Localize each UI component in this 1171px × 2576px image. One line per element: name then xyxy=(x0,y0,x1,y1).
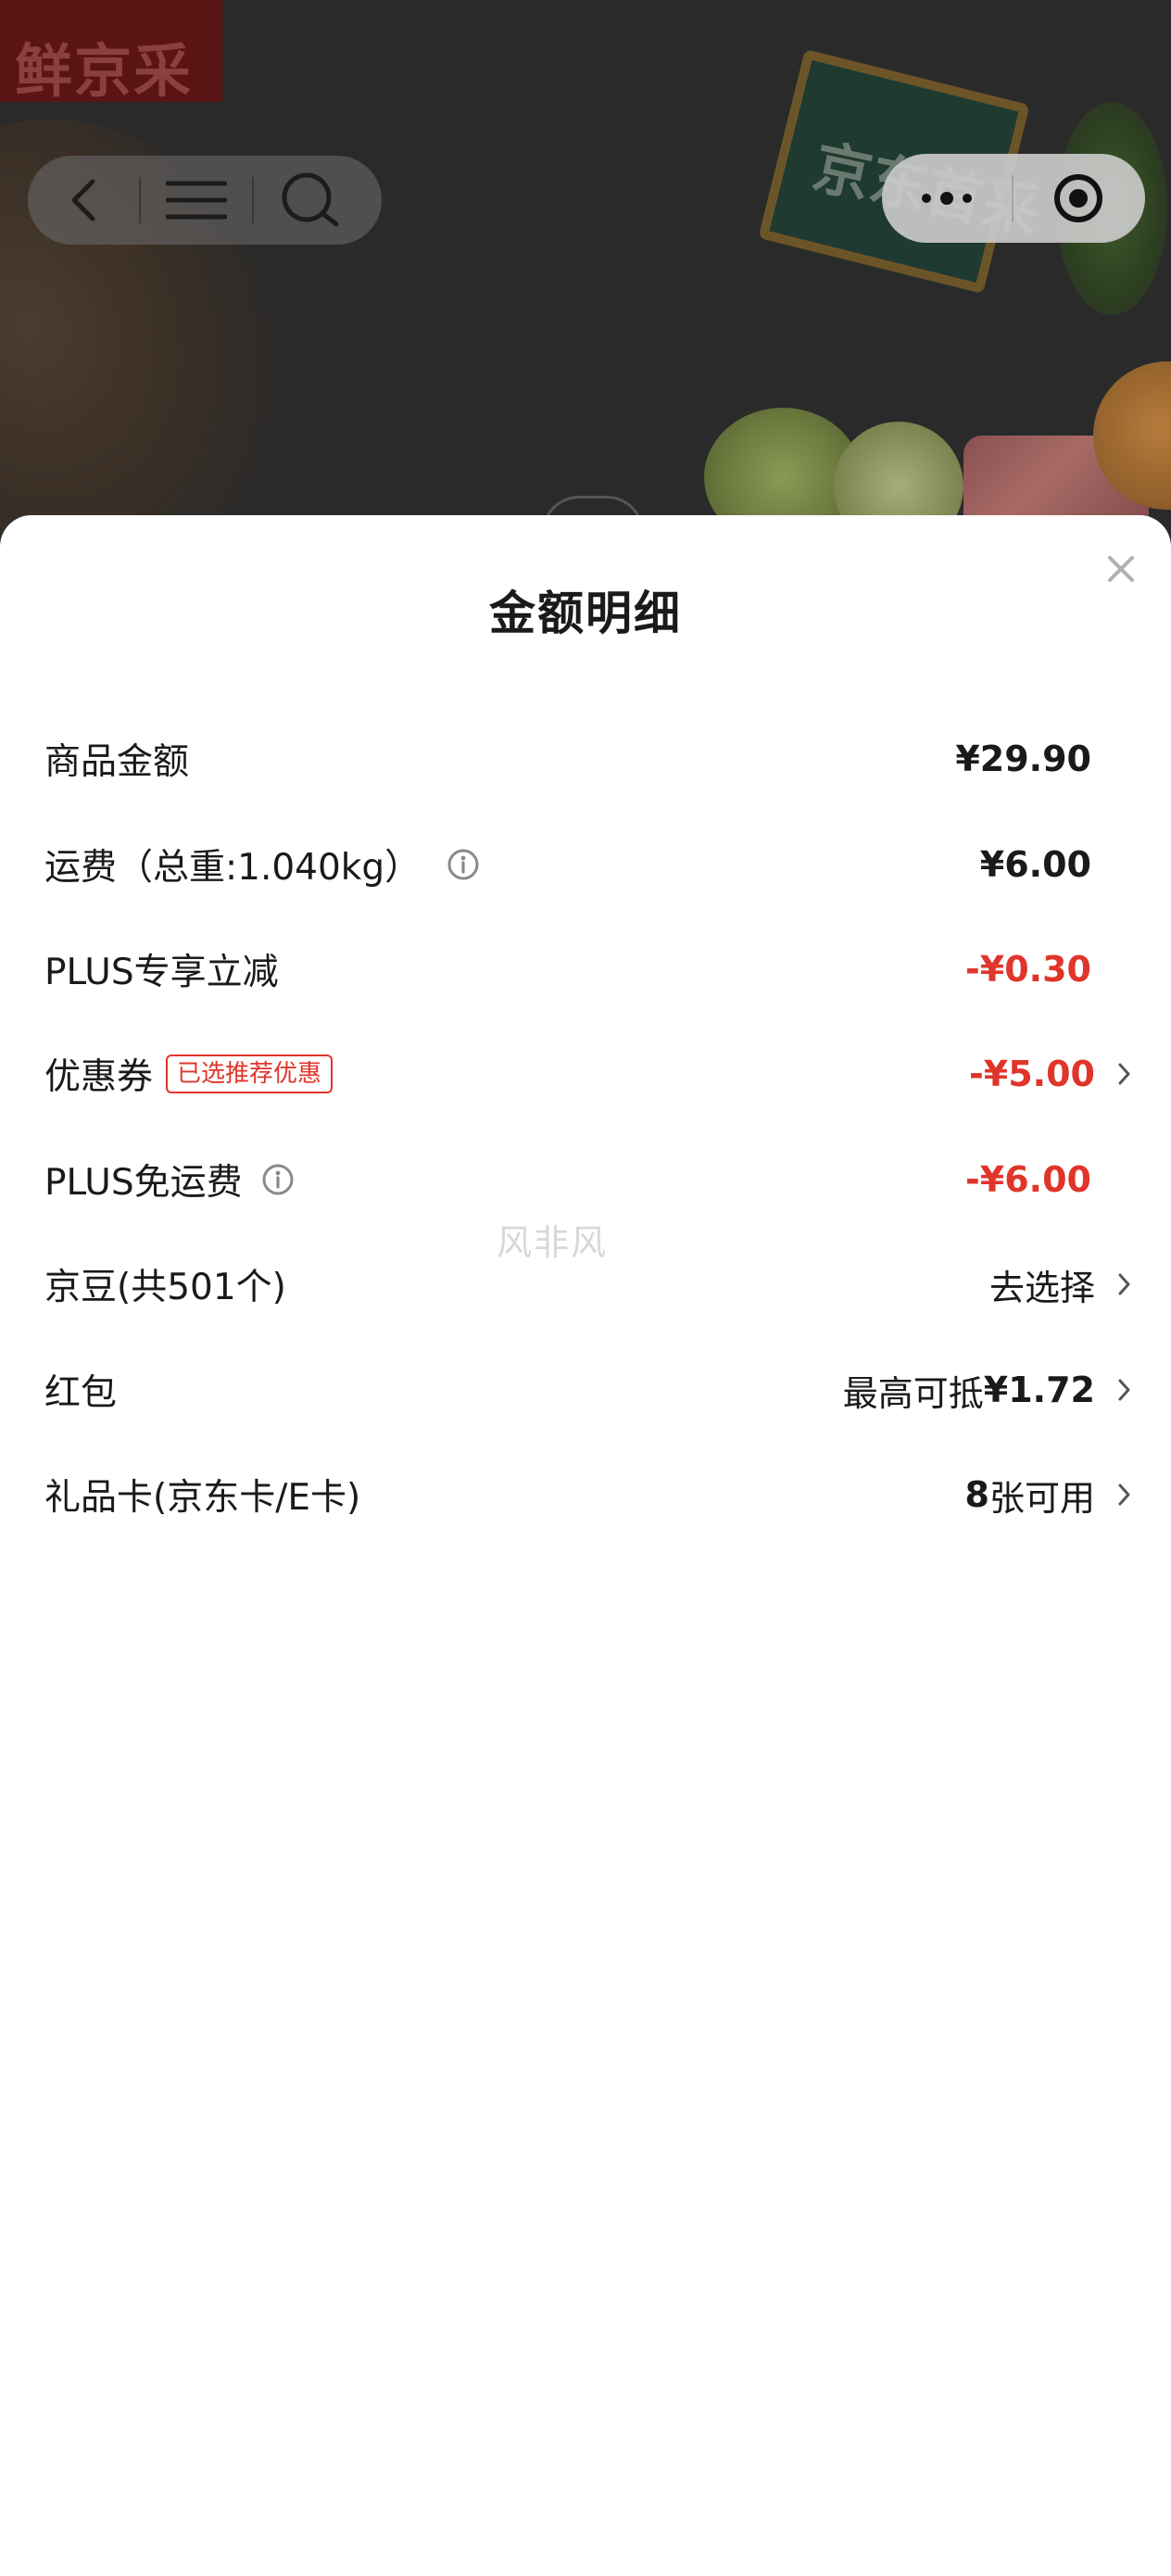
more-dots-icon xyxy=(922,192,972,205)
row-plus-free-shipping: PLUS免运费 -¥6.00 xyxy=(44,1143,1128,1217)
row-value: -¥6.00 xyxy=(965,1159,1091,1200)
recommended-coupon-tag: 已选推荐优惠 xyxy=(166,1054,334,1094)
sheet-title: 金额明细 xyxy=(489,587,682,640)
back-button[interactable] xyxy=(28,156,139,245)
row-value: -¥5.00 xyxy=(969,1054,1095,1094)
row-gift-card[interactable]: 礼品卡(京东卡/E卡) 8 张可用 xyxy=(44,1458,1130,1532)
row-goods-amount: 商品金额 ¥29.90 xyxy=(44,722,1128,796)
row-label: 京豆(共501个) xyxy=(44,1267,286,1308)
watermark: 风非风 xyxy=(497,1222,609,1263)
row-label: PLUS免运费 xyxy=(44,1162,243,1204)
close-icon xyxy=(1108,556,1134,582)
row-value: ¥1.72 xyxy=(983,1370,1095,1410)
brand-logo: 鲜京采 xyxy=(0,0,222,105)
screen: 京东首采 鲜京采 xyxy=(0,0,1171,2576)
menu-icon xyxy=(166,181,227,220)
more-button[interactable] xyxy=(882,154,1012,243)
nav-capsule-left xyxy=(28,156,382,245)
info-icon[interactable] xyxy=(261,1163,295,1196)
brand-logo-text: 鲜京采 xyxy=(15,37,194,105)
row-label: 商品金额 xyxy=(44,741,190,783)
row-value: -¥0.30 xyxy=(965,949,1091,990)
row-red-packet[interactable]: 红包 最高可抵 ¥1.72 xyxy=(44,1353,1130,1427)
amount-detail-sheet: 金额明细 商品金额 ¥29.90 运费（总重:1.040kg） ¥6.00 PL… xyxy=(0,515,1171,2576)
background-page: 京东首采 鲜京采 xyxy=(0,0,1171,575)
target-icon xyxy=(1054,174,1102,222)
row-value: 张可用 xyxy=(988,1477,1095,1519)
row-label: 运费（总重:1.040kg） xyxy=(44,847,422,889)
row-label: 礼品卡(京东卡/E卡) xyxy=(44,1477,361,1519)
nav-capsule-right xyxy=(882,154,1145,243)
search-icon xyxy=(282,172,339,227)
chevron-left-icon xyxy=(71,179,95,221)
row-label: 优惠券 xyxy=(44,1056,154,1098)
chevron-right-icon xyxy=(1095,1476,1132,1513)
row-label: PLUS专享立减 xyxy=(44,952,279,993)
info-icon[interactable] xyxy=(447,848,480,881)
row-value-count: 8 xyxy=(964,1474,989,1515)
row-plus-discount: PLUS专享立减 -¥0.30 xyxy=(44,932,1128,1006)
background-wood-decoration xyxy=(0,51,362,575)
search-button[interactable] xyxy=(254,156,365,245)
chevron-right-icon xyxy=(1095,1371,1132,1408)
row-shipping-fee: 运费（总重:1.040kg） ¥6.00 xyxy=(44,827,1128,902)
row-value: 去选择 xyxy=(988,1267,1095,1308)
close-button[interactable] xyxy=(1095,543,1147,595)
chevron-right-icon xyxy=(1095,1055,1132,1092)
row-value: ¥29.90 xyxy=(955,739,1091,779)
row-value: ¥6.00 xyxy=(979,844,1091,885)
row-label: 红包 xyxy=(44,1372,118,1414)
menu-button[interactable] xyxy=(141,156,252,245)
row-coupon[interactable]: 优惠券 已选推荐优惠 -¥5.00 xyxy=(44,1037,1130,1111)
chevron-right-icon xyxy=(1095,1266,1132,1303)
row-value-prefix: 最高可抵 xyxy=(842,1372,984,1414)
close-miniapp-button[interactable] xyxy=(1014,154,1143,243)
